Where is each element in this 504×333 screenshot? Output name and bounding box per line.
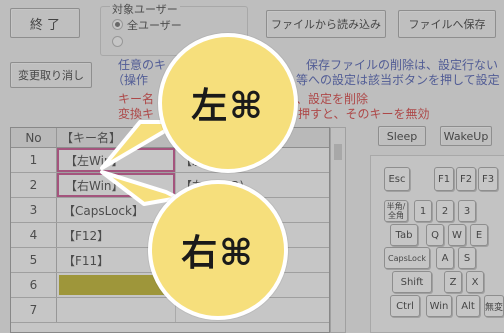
bubble-left-command: 左⌘: [158, 33, 298, 173]
key-esc[interactable]: Esc: [384, 167, 410, 191]
bubble-right-text: 右⌘: [181, 233, 255, 274]
key-capslock[interactable]: CapsLock: [384, 247, 430, 269]
note-line4b: 押すと、そのキーを無効: [298, 107, 430, 121]
bubble-left-text: 左⌘: [191, 86, 265, 127]
exit-button[interactable]: 終 了: [10, 8, 80, 38]
key-shift[interactable]: Shift: [392, 271, 432, 293]
key-f1[interactable]: F1: [434, 167, 454, 191]
source-key-cell-highlighted[interactable]: [59, 275, 165, 295]
note-line1c: 保存ファイルの削除は、設定行ない: [306, 58, 499, 72]
radio-current-user[interactable]: [112, 36, 123, 47]
key-s[interactable]: S: [458, 247, 476, 269]
key-hankaku-zenkaku[interactable]: 半角/全角: [384, 200, 408, 222]
scrollbar-thumb[interactable]: [334, 144, 342, 160]
row-number: 7: [11, 298, 57, 322]
key-ctrl[interactable]: Ctrl: [390, 295, 420, 317]
radio-all-users-label: 全ユーザー: [127, 19, 182, 32]
key-x[interactable]: X: [466, 271, 484, 293]
row-number: 5: [11, 248, 57, 272]
key-f3[interactable]: F3: [478, 167, 498, 191]
key-f2[interactable]: F2: [456, 167, 476, 191]
column-header-no: No: [11, 128, 57, 148]
note-line3b: 、設定を削除: [296, 92, 369, 106]
row-number: 1: [11, 148, 57, 172]
load-from-file-button[interactable]: ファイルから読み込み: [266, 10, 386, 38]
row-number: 6: [11, 273, 57, 297]
key-muhenkan[interactable]: 無変: [484, 295, 504, 317]
bubble-right-command: 右⌘: [148, 180, 288, 320]
key-1[interactable]: 1: [414, 200, 432, 222]
undo-changes-button[interactable]: 変更取り消し: [10, 62, 92, 88]
note-line1: 任意のキ: [118, 58, 167, 72]
target-user-title: 対象ユーザー: [110, 1, 180, 17]
key-e[interactable]: E: [470, 224, 488, 246]
row-number: 3: [11, 198, 57, 222]
row-number: 2: [11, 173, 57, 197]
key-win[interactable]: Win: [426, 295, 452, 317]
save-to-file-button[interactable]: ファイルへ保存: [398, 10, 496, 38]
key-tab[interactable]: Tab: [390, 224, 418, 246]
row-number: 4: [11, 223, 57, 247]
key-a[interactable]: A: [436, 247, 454, 269]
note-line2: （操作: [112, 73, 149, 87]
key-3[interactable]: 3: [458, 200, 476, 222]
key-2[interactable]: 2: [436, 200, 454, 222]
sleep-button[interactable]: Sleep: [378, 126, 426, 146]
key-alt[interactable]: Alt: [456, 295, 480, 317]
note-line3: キー名: [118, 92, 155, 106]
note-line2b: 等への設定は該当ボタンを押して設定: [296, 73, 500, 87]
key-w[interactable]: W: [448, 224, 466, 246]
source-key-cell[interactable]: [57, 298, 175, 322]
key-q[interactable]: Q: [426, 224, 444, 246]
key-z[interactable]: Z: [444, 271, 462, 293]
table-scrollbar[interactable]: [330, 127, 346, 333]
wakeup-button[interactable]: WakeUp: [440, 126, 492, 146]
radio-all-users[interactable]: [112, 19, 123, 30]
